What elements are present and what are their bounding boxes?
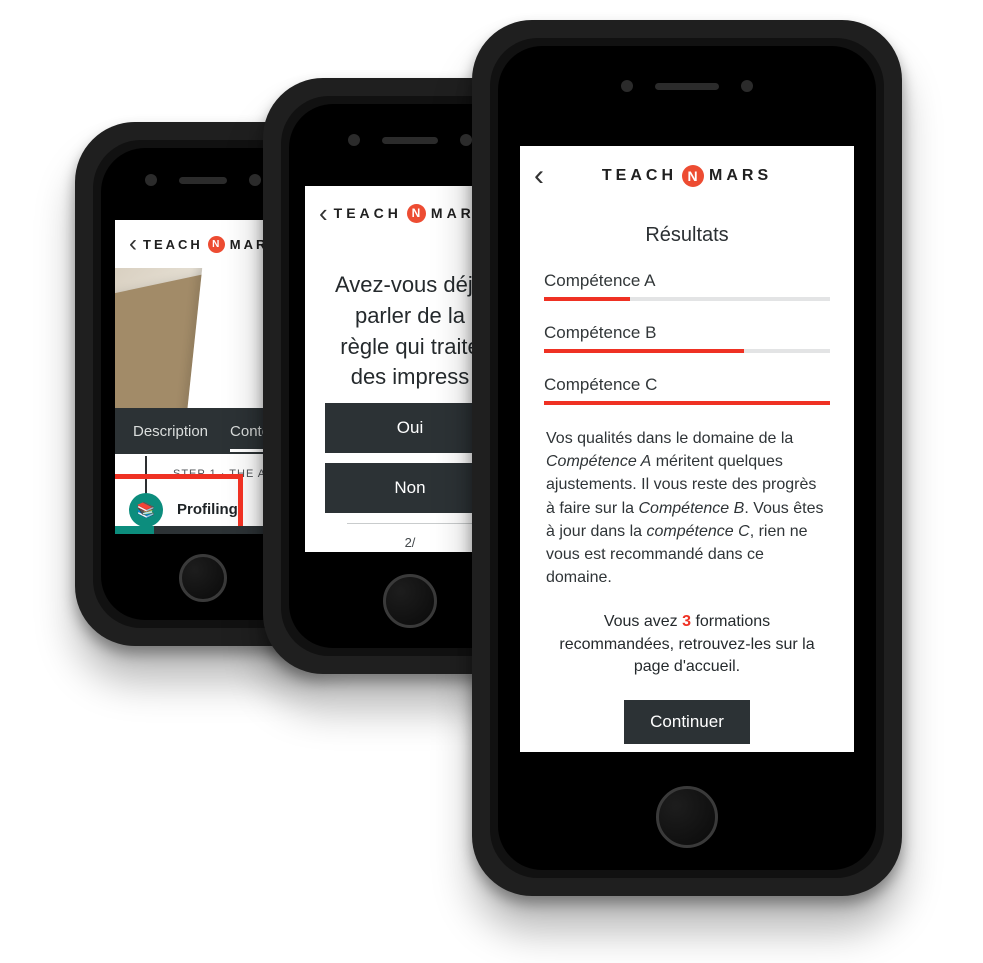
recommendation-count: 3 bbox=[682, 613, 691, 630]
competence-row: Compétence B bbox=[520, 323, 854, 353]
results-paragraph: Vos qualités dans le domaine de la Compé… bbox=[520, 427, 854, 589]
competence-bar bbox=[544, 401, 830, 405]
competence-label: Compétence A bbox=[544, 271, 830, 291]
brand-dot-icon: N bbox=[682, 165, 704, 187]
answer-yes-button[interactable]: Oui bbox=[325, 403, 495, 453]
back-button[interactable]: ‹ bbox=[534, 159, 562, 193]
back-button[interactable]: ‹ bbox=[129, 230, 137, 258]
brand-dot-icon: N bbox=[407, 204, 426, 223]
home-button[interactable] bbox=[383, 574, 437, 628]
competence-row: Compétence C bbox=[520, 375, 854, 405]
recommendation-text: Vous avez 3 formations recommandées, ret… bbox=[520, 611, 854, 678]
continue-button[interactable]: Continuer bbox=[624, 700, 750, 744]
divider bbox=[347, 523, 473, 524]
competence-label: Compétence C bbox=[544, 375, 830, 395]
phone-right: ‹ TEACH N MARS Résultats Compétence A Co… bbox=[472, 20, 902, 896]
tab-description[interactable]: Description bbox=[133, 423, 208, 440]
competence-bar bbox=[544, 349, 830, 353]
competence-bar bbox=[544, 297, 830, 301]
answer-no-button[interactable]: Non bbox=[325, 463, 495, 513]
competence-row: Compétence A bbox=[520, 271, 854, 301]
screen-results: ‹ TEACH N MARS Résultats Compétence A Co… bbox=[520, 146, 854, 752]
home-button[interactable] bbox=[179, 554, 227, 602]
brand-dot-icon: N bbox=[208, 236, 225, 253]
highlight-box bbox=[115, 474, 243, 526]
competence-label: Compétence B bbox=[544, 323, 830, 343]
results-title: Résultats bbox=[520, 224, 854, 247]
back-button[interactable]: ‹ bbox=[319, 198, 328, 229]
brand-logo: TEACH N MARS bbox=[143, 236, 280, 253]
brand-teach: TEACH bbox=[143, 237, 203, 252]
brand-logo: TEACH N MARS bbox=[568, 165, 806, 187]
brand-logo: TEACH N MARS bbox=[334, 204, 488, 223]
answers-group: Oui Non bbox=[325, 403, 495, 524]
home-button[interactable] bbox=[656, 786, 718, 848]
topbar: ‹ TEACH N MARS bbox=[520, 146, 854, 206]
